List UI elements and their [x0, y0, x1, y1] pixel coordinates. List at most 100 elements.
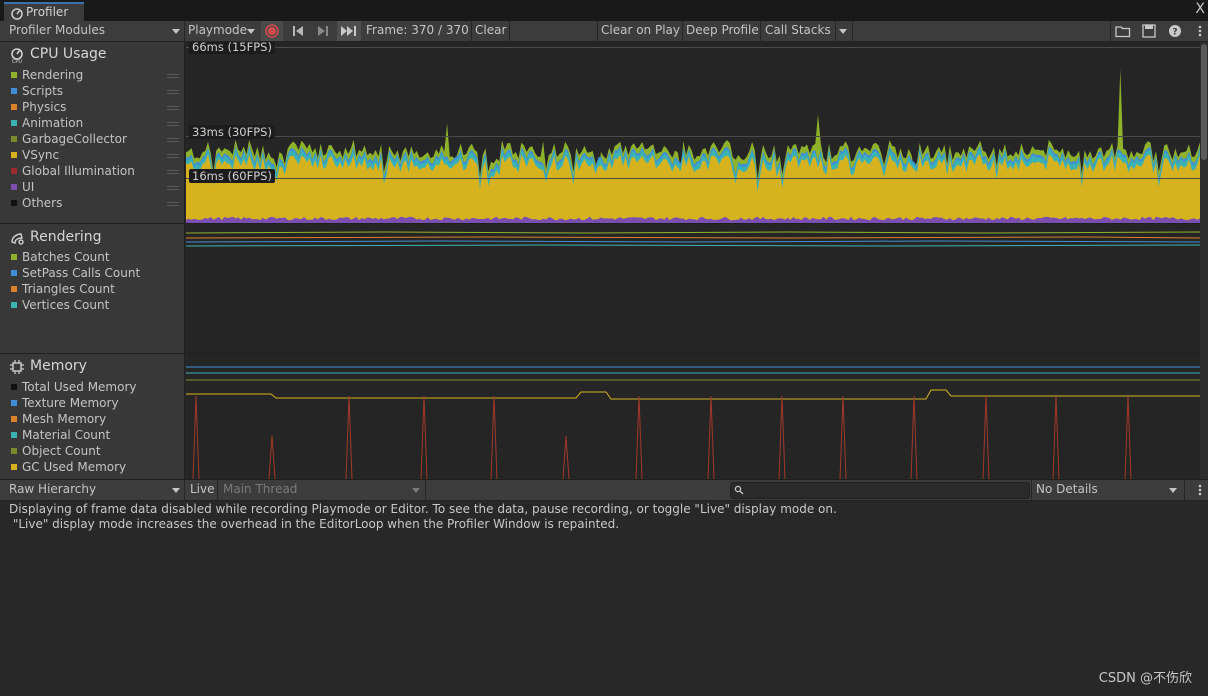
gc-spike: [982, 395, 990, 479]
rendering-graph[interactable]: [186, 224, 1200, 353]
legend-label: Texture Memory: [22, 396, 119, 410]
chevron-down-icon: [172, 29, 180, 34]
target-dropdown[interactable]: Playmode: [186, 21, 258, 41]
legend-label: Global Illumination: [22, 164, 135, 178]
legend-item[interactable]: Physics: [9, 100, 181, 116]
tab-profiler[interactable]: Profiler: [4, 2, 84, 21]
legend-swatch: [11, 270, 17, 276]
view-type-label: Raw Hierarchy: [9, 482, 97, 496]
drag-handle-icon[interactable]: [167, 90, 179, 91]
close-icon[interactable]: X: [1195, 1, 1205, 17]
live-toggle[interactable]: Live: [190, 482, 215, 496]
thread-dropdown[interactable]: Main Thread: [218, 480, 424, 500]
record-button[interactable]: [261, 21, 283, 41]
legend-item[interactable]: Scripts: [9, 84, 181, 100]
module-cpu-usage[interactable]: CPU CPU Usage Rendering Scripts Physics Ani…: [0, 42, 185, 223]
legend-label: UI: [22, 180, 35, 194]
drag-handle-icon[interactable]: [167, 138, 179, 139]
details-label: No Details: [1036, 482, 1098, 496]
legend-item[interactable]: Object Count: [9, 444, 181, 460]
drag-handle-icon[interactable]: [167, 202, 179, 203]
legend-label: Physics: [22, 100, 67, 114]
legend-item[interactable]: Others: [9, 196, 181, 212]
rendering-icon: [11, 233, 24, 245]
legend-item[interactable]: Rendering: [9, 68, 181, 84]
legend-label: Rendering: [22, 68, 84, 82]
more-menu-button[interactable]: [1193, 23, 1207, 39]
drag-handle-icon[interactable]: [167, 106, 179, 107]
legend-swatch: [11, 384, 17, 390]
legend-item[interactable]: Triangles Count: [9, 282, 181, 298]
legend-item[interactable]: UI: [9, 180, 181, 196]
modules-scrollbar[interactable]: [1200, 42, 1208, 479]
call-stacks-dropdown[interactable]: Call Stacks: [761, 21, 851, 41]
help-icon: ?: [1169, 25, 1181, 38]
thread-label: Main Thread: [223, 482, 298, 496]
cpu-graph-area: [186, 69, 1200, 223]
module-rendering[interactable]: Rendering Batches Count SetPass Calls Cou…: [0, 224, 185, 353]
gc-spike: [910, 395, 918, 479]
clear-on-play-button[interactable]: Clear on Play: [601, 23, 680, 37]
fps-marker-15: 66ms (15FPS): [189, 42, 275, 54]
current-frame-button[interactable]: [337, 21, 361, 41]
record-icon: [265, 24, 279, 38]
fps-marker-30: 33ms (30FPS): [189, 125, 275, 139]
legend-item[interactable]: GarbageCollector: [9, 132, 181, 148]
details-message: Displaying of frame data disabled while …: [9, 502, 837, 532]
legend-item[interactable]: Global Illumination: [9, 164, 181, 180]
gc-spike: [268, 435, 276, 479]
legend-item[interactable]: GC Used Memory: [9, 460, 181, 476]
load-button[interactable]: [1113, 23, 1133, 39]
legend-swatch: [11, 400, 17, 406]
legend-swatch: [11, 448, 17, 454]
search-input[interactable]: [730, 482, 1030, 499]
help-button[interactable]: ?: [1165, 23, 1185, 39]
legend-item[interactable]: VSync: [9, 148, 181, 164]
module-memory[interactable]: Memory Total Used Memory Texture Memory Me…: [0, 354, 185, 479]
folder-open-icon: [1115, 26, 1131, 38]
legend-swatch: [11, 72, 17, 78]
legend-item[interactable]: SetPass Calls Count: [9, 266, 181, 282]
drag-handle-icon[interactable]: [167, 154, 179, 155]
first-frame-button[interactable]: [287, 21, 309, 41]
drag-handle-icon[interactable]: [167, 170, 179, 171]
legend-item[interactable]: Batches Count: [9, 250, 181, 266]
legend-item[interactable]: Material Count: [9, 428, 181, 444]
legend-item[interactable]: Vertices Count: [9, 298, 181, 314]
legend-label: GC Used Memory: [22, 460, 127, 474]
profiler-icon: [11, 8, 23, 20]
cpu-usage-graph[interactable]: 66ms (15FPS) 33ms (30FPS) 16ms (60FPS): [186, 42, 1200, 223]
rendering-graph-area: [186, 231, 1200, 247]
next-frame-button[interactable]: [312, 21, 334, 41]
chevron-down-icon: [412, 488, 420, 493]
memory-graph[interactable]: [186, 354, 1200, 479]
details-more-button[interactable]: [1193, 482, 1207, 498]
details-dropdown[interactable]: No Details: [1032, 480, 1182, 500]
legend-swatch: [11, 432, 17, 438]
save-button[interactable]: [1139, 23, 1159, 39]
legend-swatch: [11, 184, 17, 190]
step-back-icon: [293, 26, 303, 36]
legend-swatch: [11, 88, 17, 94]
fps-marker-60: 16ms (60FPS): [189, 169, 275, 183]
gc-spike: [345, 395, 353, 479]
gc-spike: [490, 395, 498, 479]
legend-item[interactable]: Total Used Memory: [9, 380, 181, 396]
drag-handle-icon[interactable]: [167, 122, 179, 123]
memory-chip-icon: [10, 360, 24, 374]
legend-item[interactable]: Texture Memory: [9, 396, 181, 412]
profiler-toolbar: Profiler Modules Playmode Frame: 370 / 3…: [0, 21, 1208, 42]
window-titlebar: Profiler X: [0, 0, 1208, 21]
legend-item[interactable]: Animation: [9, 116, 181, 132]
watermark: CSDN @不伤欣: [1098, 671, 1192, 686]
legend-item[interactable]: Mesh Memory: [9, 412, 181, 428]
deep-profile-button[interactable]: Deep Profile: [686, 23, 759, 37]
message-line-1: Displaying of frame data disabled while …: [9, 502, 837, 516]
clear-button[interactable]: Clear: [475, 23, 506, 37]
chevron-down-icon: [247, 29, 255, 34]
view-type-dropdown[interactable]: Raw Hierarchy: [0, 480, 184, 500]
legend-swatch: [11, 152, 17, 158]
profiler-modules-dropdown[interactable]: Profiler Modules: [0, 21, 184, 41]
drag-handle-icon[interactable]: [167, 186, 179, 187]
drag-handle-icon[interactable]: [167, 74, 179, 75]
